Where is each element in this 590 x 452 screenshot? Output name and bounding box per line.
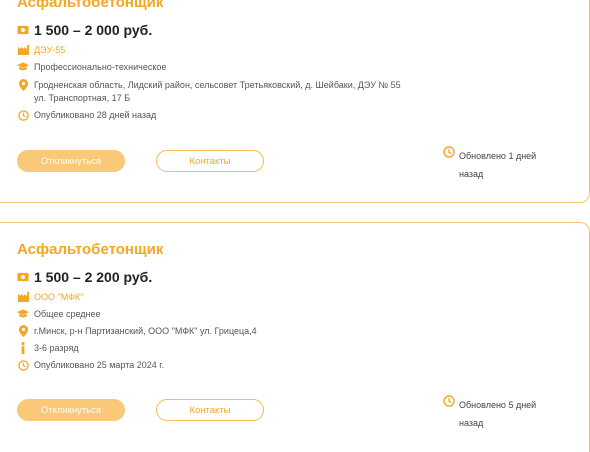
address-row: Гродненская область, Лидский район, сель… xyxy=(17,77,401,93)
money-icon xyxy=(17,24,29,36)
salary-row: 1 500 – 2 200 руб. xyxy=(17,269,152,285)
salary-row: 1 500 – 2 000 руб. xyxy=(17,22,152,38)
money-icon xyxy=(17,271,29,283)
vacancy-card: Асфальтобетонщик 1 500 – 2 200 руб. ООО … xyxy=(0,222,590,452)
salary: 1 500 – 2 000 руб. xyxy=(34,22,153,38)
clock-icon xyxy=(443,395,455,413)
updated-line-1: Обновлено 1 дней xyxy=(459,151,537,161)
clock-icon xyxy=(17,359,29,371)
updated-info: Обновлено 1 дней назад xyxy=(443,146,563,183)
updated-line-2: назад xyxy=(459,418,484,428)
published-row: Опубликовано 28 дней назад xyxy=(17,107,156,123)
location-pin-icon xyxy=(17,79,29,91)
published-date: Опубликовано 28 дней назад xyxy=(34,110,157,120)
education: Профессионально-техническое xyxy=(34,62,167,72)
contacts-button[interactable]: Контакты xyxy=(156,150,264,172)
building-icon xyxy=(17,44,29,56)
info-icon xyxy=(17,342,29,354)
updated-line-1: Обновлено 5 дней xyxy=(459,400,537,410)
published-date: Опубликовано 25 марта 2024 г. xyxy=(34,360,164,370)
grade-row: 3-6 разряд xyxy=(17,340,79,356)
address-row: г.Минск, р-н Партизанский, ООО "МФК" ул.… xyxy=(17,323,257,339)
address-line-2: ул. Транспортная, 17 Б xyxy=(34,93,131,103)
address-line-1: г.Минск, р-н Партизанский, ООО "МФК" ул.… xyxy=(34,326,257,336)
education: Общее среднее xyxy=(34,309,101,319)
company-link[interactable]: ДЭУ-55 xyxy=(34,45,65,55)
clock-icon xyxy=(17,109,29,121)
updated-line-2: назад xyxy=(459,169,484,179)
vacancy-title[interactable]: Асфальтобетонщик xyxy=(17,241,163,258)
graduation-cap-icon xyxy=(17,308,29,320)
published-row: Опубликовано 25 марта 2024 г. xyxy=(17,357,164,373)
salary: 1 500 – 2 200 руб. xyxy=(34,269,153,285)
company-row: ООО "МФК" xyxy=(17,289,83,305)
address-line-1: Гродненская область, Лидский район, сель… xyxy=(34,80,401,90)
grade: 3-6 разряд xyxy=(34,343,79,353)
vacancy-title[interactable]: Асфальтобетонщик xyxy=(17,0,163,11)
apply-button[interactable]: Откликнуться xyxy=(17,399,125,421)
updated-info: Обновлено 5 дней назад xyxy=(443,395,563,432)
contacts-button[interactable]: Контакты xyxy=(156,399,264,421)
company-row: ДЭУ-55 xyxy=(17,42,65,58)
graduation-cap-icon xyxy=(17,61,29,73)
location-pin-icon xyxy=(17,325,29,337)
vacancy-card: Асфальтобетонщик 1 500 – 2 000 руб. ДЭУ-… xyxy=(0,0,590,203)
company-link[interactable]: ООО "МФК" xyxy=(34,292,83,302)
building-icon xyxy=(17,291,29,303)
apply-button[interactable]: Откликнуться xyxy=(17,150,125,172)
clock-icon xyxy=(443,146,455,164)
education-row: Профессионально-техническое xyxy=(17,59,166,75)
education-row: Общее среднее xyxy=(17,306,101,322)
